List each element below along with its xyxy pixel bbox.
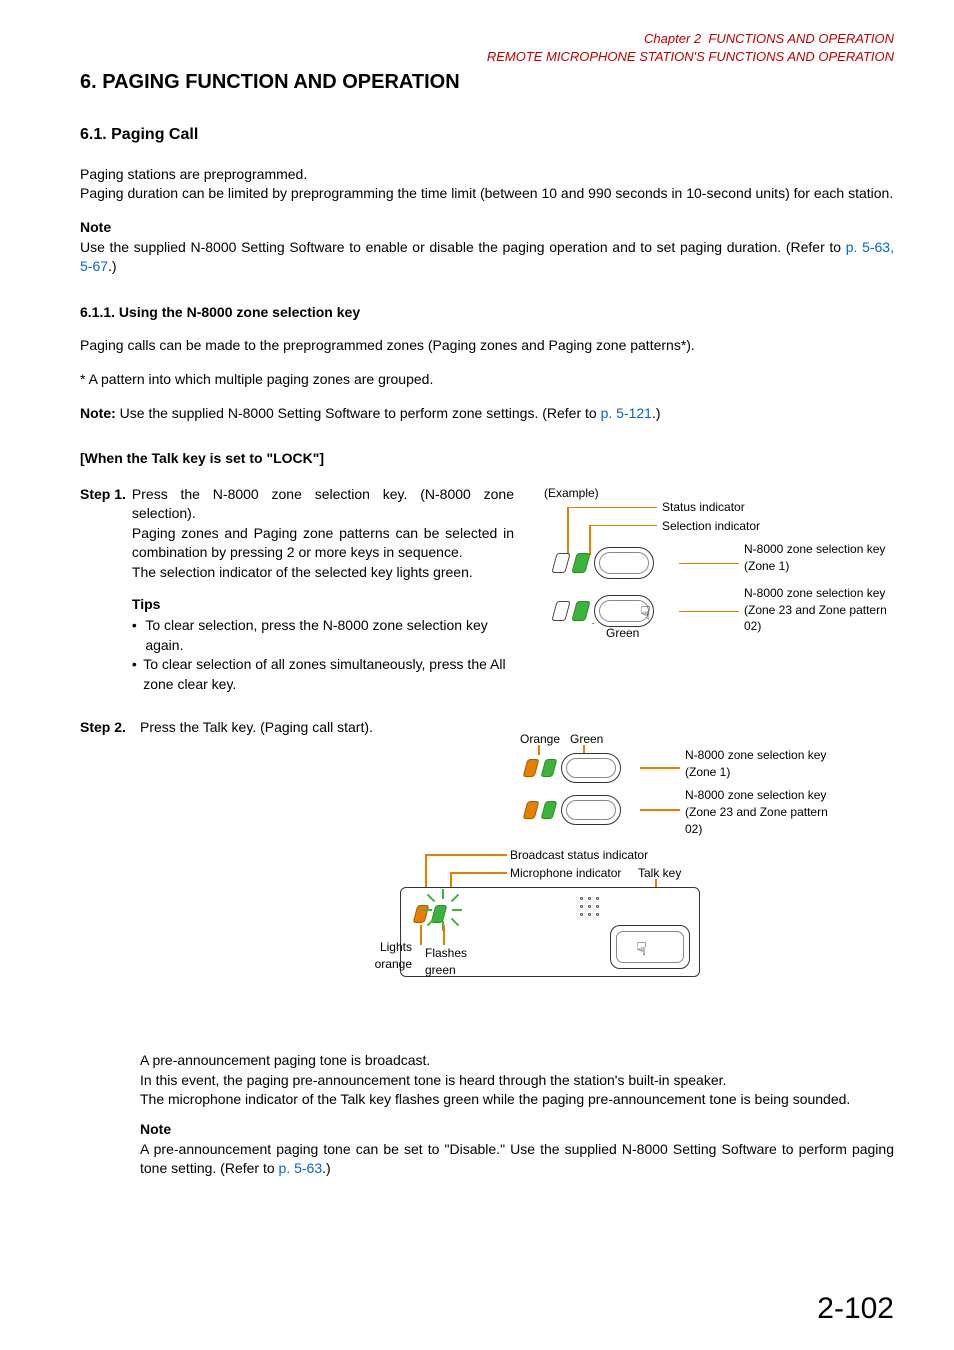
step1-label: Step 1. [80, 485, 126, 695]
leader-line [567, 507, 657, 509]
selection-indicator-label: Selection indicator [662, 518, 760, 535]
zone1-label: N-8000 zone selection key (Zone 1) [744, 541, 894, 575]
press-hand-icon: ☟ [640, 601, 651, 626]
status-indicator-orange-icon [523, 801, 540, 819]
green-label: Green [570, 731, 603, 748]
chapter-header: Chapter 2 FUNCTIONS AND OPERATION [80, 30, 894, 48]
broadcast-indicator-icon [413, 905, 430, 923]
diagram-talk-key: Orange Green N-8000 zone selection key (… [140, 747, 840, 1047]
tip-2: •To clear selection of all zones simulta… [132, 655, 514, 694]
speaker-dots-icon [580, 897, 601, 918]
heading-3: 6.1.1. Using the N-8000 zone selection k… [80, 303, 894, 323]
step2-after-block: A pre-announcement paging tone is broadc… [140, 1051, 894, 1179]
zone-selection-key[interactable] [561, 795, 621, 825]
status-indicator-orange-icon [523, 759, 540, 777]
leader-line [443, 925, 445, 945]
heading-2: 6.1. Paging Call [80, 124, 894, 146]
leader-line [589, 525, 657, 527]
zone-key-row-2b [525, 795, 621, 825]
orange-label: Orange [520, 731, 560, 748]
zone-selection-key[interactable] [561, 753, 621, 783]
note1-text-b: .) [108, 258, 117, 274]
tip-1: •To clear selection, press the N-8000 zo… [132, 616, 514, 655]
leader-line [425, 854, 507, 856]
chapter-prefix: Chapter 2 [644, 31, 701, 46]
intro-p1: Paging stations are preprogrammed. [80, 166, 307, 182]
leader-line [679, 563, 739, 565]
tips-label: Tips [132, 595, 514, 615]
step2-line1: Press the Talk key. (Paging call start). [140, 718, 420, 738]
note-inline-link[interactable]: p. 5-121 [601, 405, 652, 421]
status-indicator-icon [551, 553, 570, 573]
selection-indicator-green-icon [541, 801, 558, 819]
zone-key-row-1 [554, 547, 654, 579]
lights-orange-label: Lights orange [362, 939, 412, 973]
step1-line1: Press the N-8000 zone selection key. (N-… [132, 485, 514, 524]
note-label: Note [80, 218, 894, 238]
note-inline-a: Use the supplied N-8000 Setting Software… [116, 405, 601, 421]
heading-1: 6. PAGING FUNCTION AND OPERATION [80, 68, 894, 96]
zone-selection-key[interactable] [594, 547, 654, 579]
selection-indicator-icon [571, 553, 590, 573]
leader-line [640, 767, 680, 769]
zone2-label: N-8000 zone selection key (Zone 23 and Z… [744, 585, 894, 635]
talk-key-button[interactable] [610, 925, 690, 969]
flashes-green-label: Flashes green [425, 945, 475, 979]
step1-line3: The selection indicator of the selected … [132, 563, 514, 583]
note-inline-b: .) [652, 405, 661, 421]
step-1: Step 1. Press the N-8000 zone selection … [80, 485, 514, 695]
bracket-heading: [When the Talk key is set to "LOCK"] [80, 449, 894, 469]
note-inline-label: Note: [80, 405, 116, 421]
zone1-label-b: N-8000 zone selection key (Zone 1) [685, 747, 840, 781]
section-header: REMOTE MICROPHONE STATION'S FUNCTIONS AN… [80, 48, 894, 66]
selection-indicator-icon [571, 601, 590, 621]
intro-p2: Paging duration can be limited by prepro… [80, 185, 893, 201]
green-label: Green [606, 625, 639, 642]
status-indicator-icon [551, 601, 570, 621]
note-block-1: Note Use the supplied N-8000 Setting Sof… [80, 218, 894, 277]
step2-after1: A pre-announcement paging tone is broadc… [140, 1051, 894, 1071]
mic-label: Microphone indicator [510, 865, 621, 882]
step2-label: Step 2. [80, 718, 140, 738]
leader-line [640, 809, 680, 811]
broadcast-label: Broadcast status indicator [510, 847, 648, 864]
intro-paragraph: Paging stations are preprogrammed. Pagin… [80, 165, 894, 204]
talk-key-label: Talk key [638, 865, 681, 882]
zone-key-row-1b [525, 753, 621, 783]
zone2-label-b: N-8000 zone selection key (Zone 23 and Z… [685, 787, 840, 837]
leader-line [450, 872, 507, 874]
step2-after2: In this event, the paging pre-announceme… [140, 1071, 894, 1091]
tip2-text: To clear selection of all zones simultan… [143, 655, 514, 694]
chapter-title: FUNCTIONS AND OPERATION [708, 31, 894, 46]
step2-note-label: Note [140, 1120, 894, 1140]
press-hand-icon: ☟ [636, 937, 647, 962]
step2-note-link[interactable]: p. 5-63 [279, 1160, 323, 1176]
tip1-text: To clear selection, press the N-8000 zon… [145, 616, 514, 655]
selection-indicator-green-icon [541, 759, 558, 777]
step2-note-text: A pre-announcement paging tone can be se… [140, 1140, 894, 1179]
example-label: (Example) [544, 485, 599, 502]
page-number: 2-102 [817, 1288, 894, 1330]
diagram-example: (Example) Status indicator Selection ind… [534, 485, 894, 685]
leader-line [592, 623, 594, 625]
footnote: * A pattern into which multiple paging z… [80, 370, 894, 390]
leader-line [679, 611, 739, 613]
leader-line [420, 925, 422, 945]
note-inline: Note: Use the supplied N-8000 Setting So… [80, 404, 894, 424]
status-indicator-label: Status indicator [662, 499, 745, 516]
step1-line2: Paging zones and Paging zone patterns ca… [132, 524, 514, 563]
step2-after3: The microphone indicator of the Talk key… [140, 1090, 894, 1110]
para3: Paging calls can be made to the preprogr… [80, 336, 894, 356]
zone-key-row-2 [554, 595, 654, 627]
note1-text-a: Use the supplied N-8000 Setting Software… [80, 239, 846, 255]
